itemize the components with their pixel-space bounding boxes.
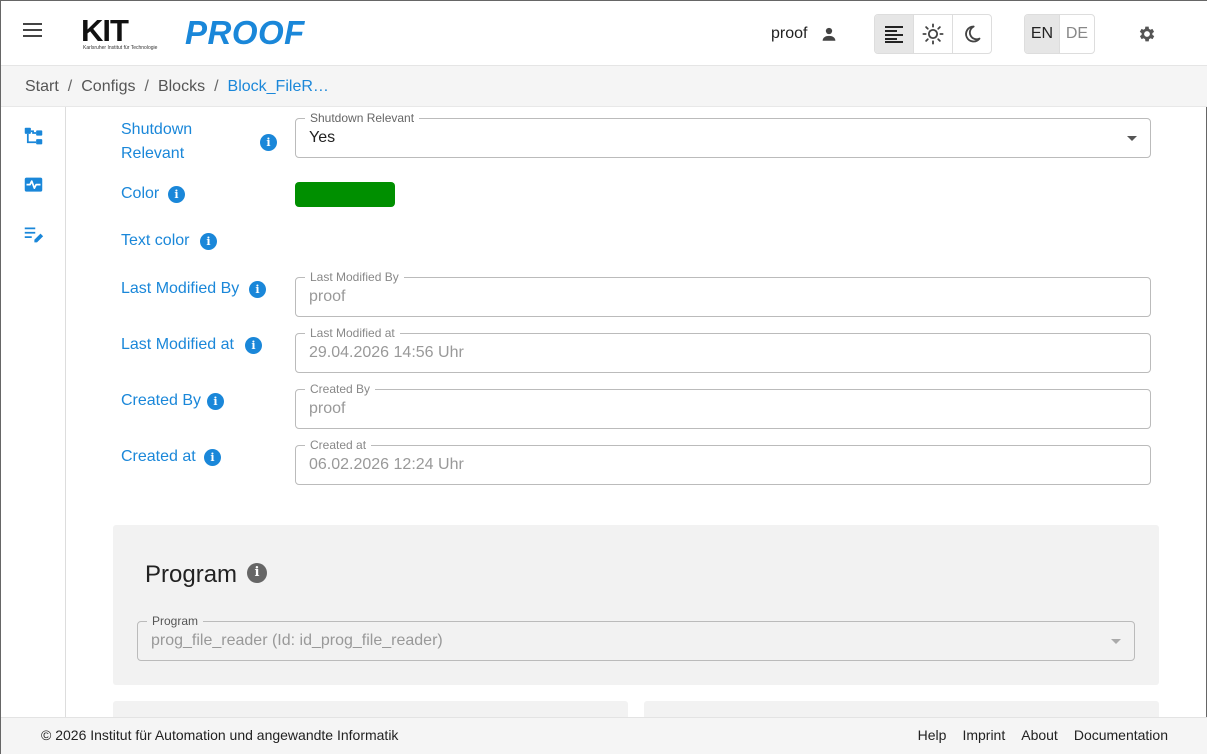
kit-logo[interactable]: KIT Karlsruher Institut für Technologie — [81, 13, 163, 53]
field-label: Created By — [121, 392, 202, 409]
lang-de-button[interactable]: DE — [1059, 15, 1094, 53]
field-label: Created at — [121, 448, 196, 465]
last-modified-at-field: Last Modified at 29.04.2026 14:56 Uhr — [295, 325, 1151, 373]
field-value: Yes — [309, 129, 336, 146]
sidebar — [1, 107, 66, 717]
tree-icon[interactable] — [23, 126, 44, 147]
app-header: KIT Karlsruher Institut für Technologie … — [1, 1, 1207, 66]
edit-list-icon[interactable] — [23, 224, 44, 245]
info-icon[interactable]: i — [207, 393, 224, 410]
dark-mode-icon[interactable] — [953, 15, 991, 53]
copyright-text: © 2026 Institut für Automation und angew… — [41, 727, 399, 743]
app-brand[interactable]: PROOF — [185, 14, 305, 52]
footer-link-documentation[interactable]: Documentation — [1074, 727, 1168, 743]
language-toggle: EN DE — [1024, 14, 1095, 54]
text-mode-icon[interactable] — [875, 15, 914, 53]
breadcrumb-separator: / — [67, 78, 73, 95]
footer-link-help[interactable]: Help — [918, 727, 947, 743]
monitor-icon[interactable] — [23, 175, 44, 196]
field-legend: Shutdown Relevant — [305, 110, 420, 126]
block-detail-content: Shutdown Relevant i Shutdown Relevant Ye… — [89, 107, 1184, 717]
field-legend: Last Modified By — [305, 269, 404, 285]
gear-icon[interactable] — [1137, 24, 1157, 44]
info-icon[interactable]: i — [168, 186, 185, 203]
created-by-field: Created By proof — [295, 381, 1151, 429]
shutdown-relevant-select[interactable]: Shutdown Relevant Yes — [295, 110, 1151, 158]
footer-link-imprint[interactable]: Imprint — [962, 727, 1005, 743]
field-value: prog_file_reader (Id: id_prog_file_reade… — [151, 632, 443, 649]
info-icon[interactable]: i — [204, 449, 221, 466]
field-label: Last Modified By — [121, 280, 240, 297]
field-legend: Created at — [305, 437, 372, 453]
info-icon[interactable]: i — [249, 281, 266, 298]
info-icon[interactable]: i — [200, 233, 217, 250]
program-card: Program i Program prog_file_reader (Id: … — [113, 525, 1159, 685]
breadcrumb-separator: / — [144, 78, 149, 95]
breadcrumb: Start / Configs / Blocks / Block_FileR… — [1, 66, 1207, 107]
info-icon[interactable]: i — [260, 134, 277, 151]
breadcrumb-blocks[interactable]: Blocks — [158, 78, 205, 95]
field-label: Last Modified at — [121, 336, 234, 353]
text-color-swatch[interactable] — [295, 229, 395, 254]
field-label: Color — [121, 185, 160, 202]
chevron-down-icon — [1111, 639, 1121, 644]
program-select: Program prog_file_reader (Id: id_prog_fi… — [137, 613, 1135, 661]
person-icon[interactable] — [820, 25, 838, 43]
field-label: Shutdown Relevant — [121, 121, 193, 162]
field-value: 06.02.2026 12:24 Uhr — [309, 456, 464, 473]
field-value: proof — [309, 400, 346, 417]
card-placeholder — [113, 701, 628, 717]
username[interactable]: proof — [771, 25, 807, 43]
color-swatch[interactable] — [295, 182, 395, 207]
light-mode-icon[interactable] — [914, 15, 953, 53]
breadcrumb-configs[interactable]: Configs — [81, 78, 135, 95]
lang-en-button[interactable]: EN — [1025, 15, 1059, 53]
menu-icon[interactable] — [23, 23, 43, 43]
footer-link-about[interactable]: About — [1021, 727, 1058, 743]
field-legend: Last Modified at — [305, 325, 400, 341]
theme-toggle-group — [874, 14, 992, 54]
info-icon[interactable]: i — [245, 337, 262, 354]
field-legend: Program — [147, 613, 204, 629]
created-at-field: Created at 06.02.2026 12:24 Uhr — [295, 437, 1151, 485]
chevron-down-icon — [1127, 136, 1137, 141]
breadcrumb-current[interactable]: Block_FileR… — [228, 78, 329, 95]
last-modified-by-field: Last Modified By proof — [295, 269, 1151, 317]
field-value: 29.04.2026 14:56 Uhr — [309, 344, 464, 361]
card-placeholder — [644, 701, 1159, 717]
field-value: proof — [309, 288, 346, 305]
breadcrumb-separator: / — [214, 78, 219, 95]
footer-links: Help Imprint About Documentation — [918, 727, 1168, 743]
field-legend: Created By — [305, 381, 376, 397]
breadcrumb-start[interactable]: Start — [25, 78, 59, 95]
info-icon[interactable]: i — [247, 563, 267, 583]
app-footer: © 2026 Institut für Automation und angew… — [1, 717, 1207, 754]
field-label: Text color — [121, 232, 190, 249]
section-title: Program — [145, 561, 238, 588]
